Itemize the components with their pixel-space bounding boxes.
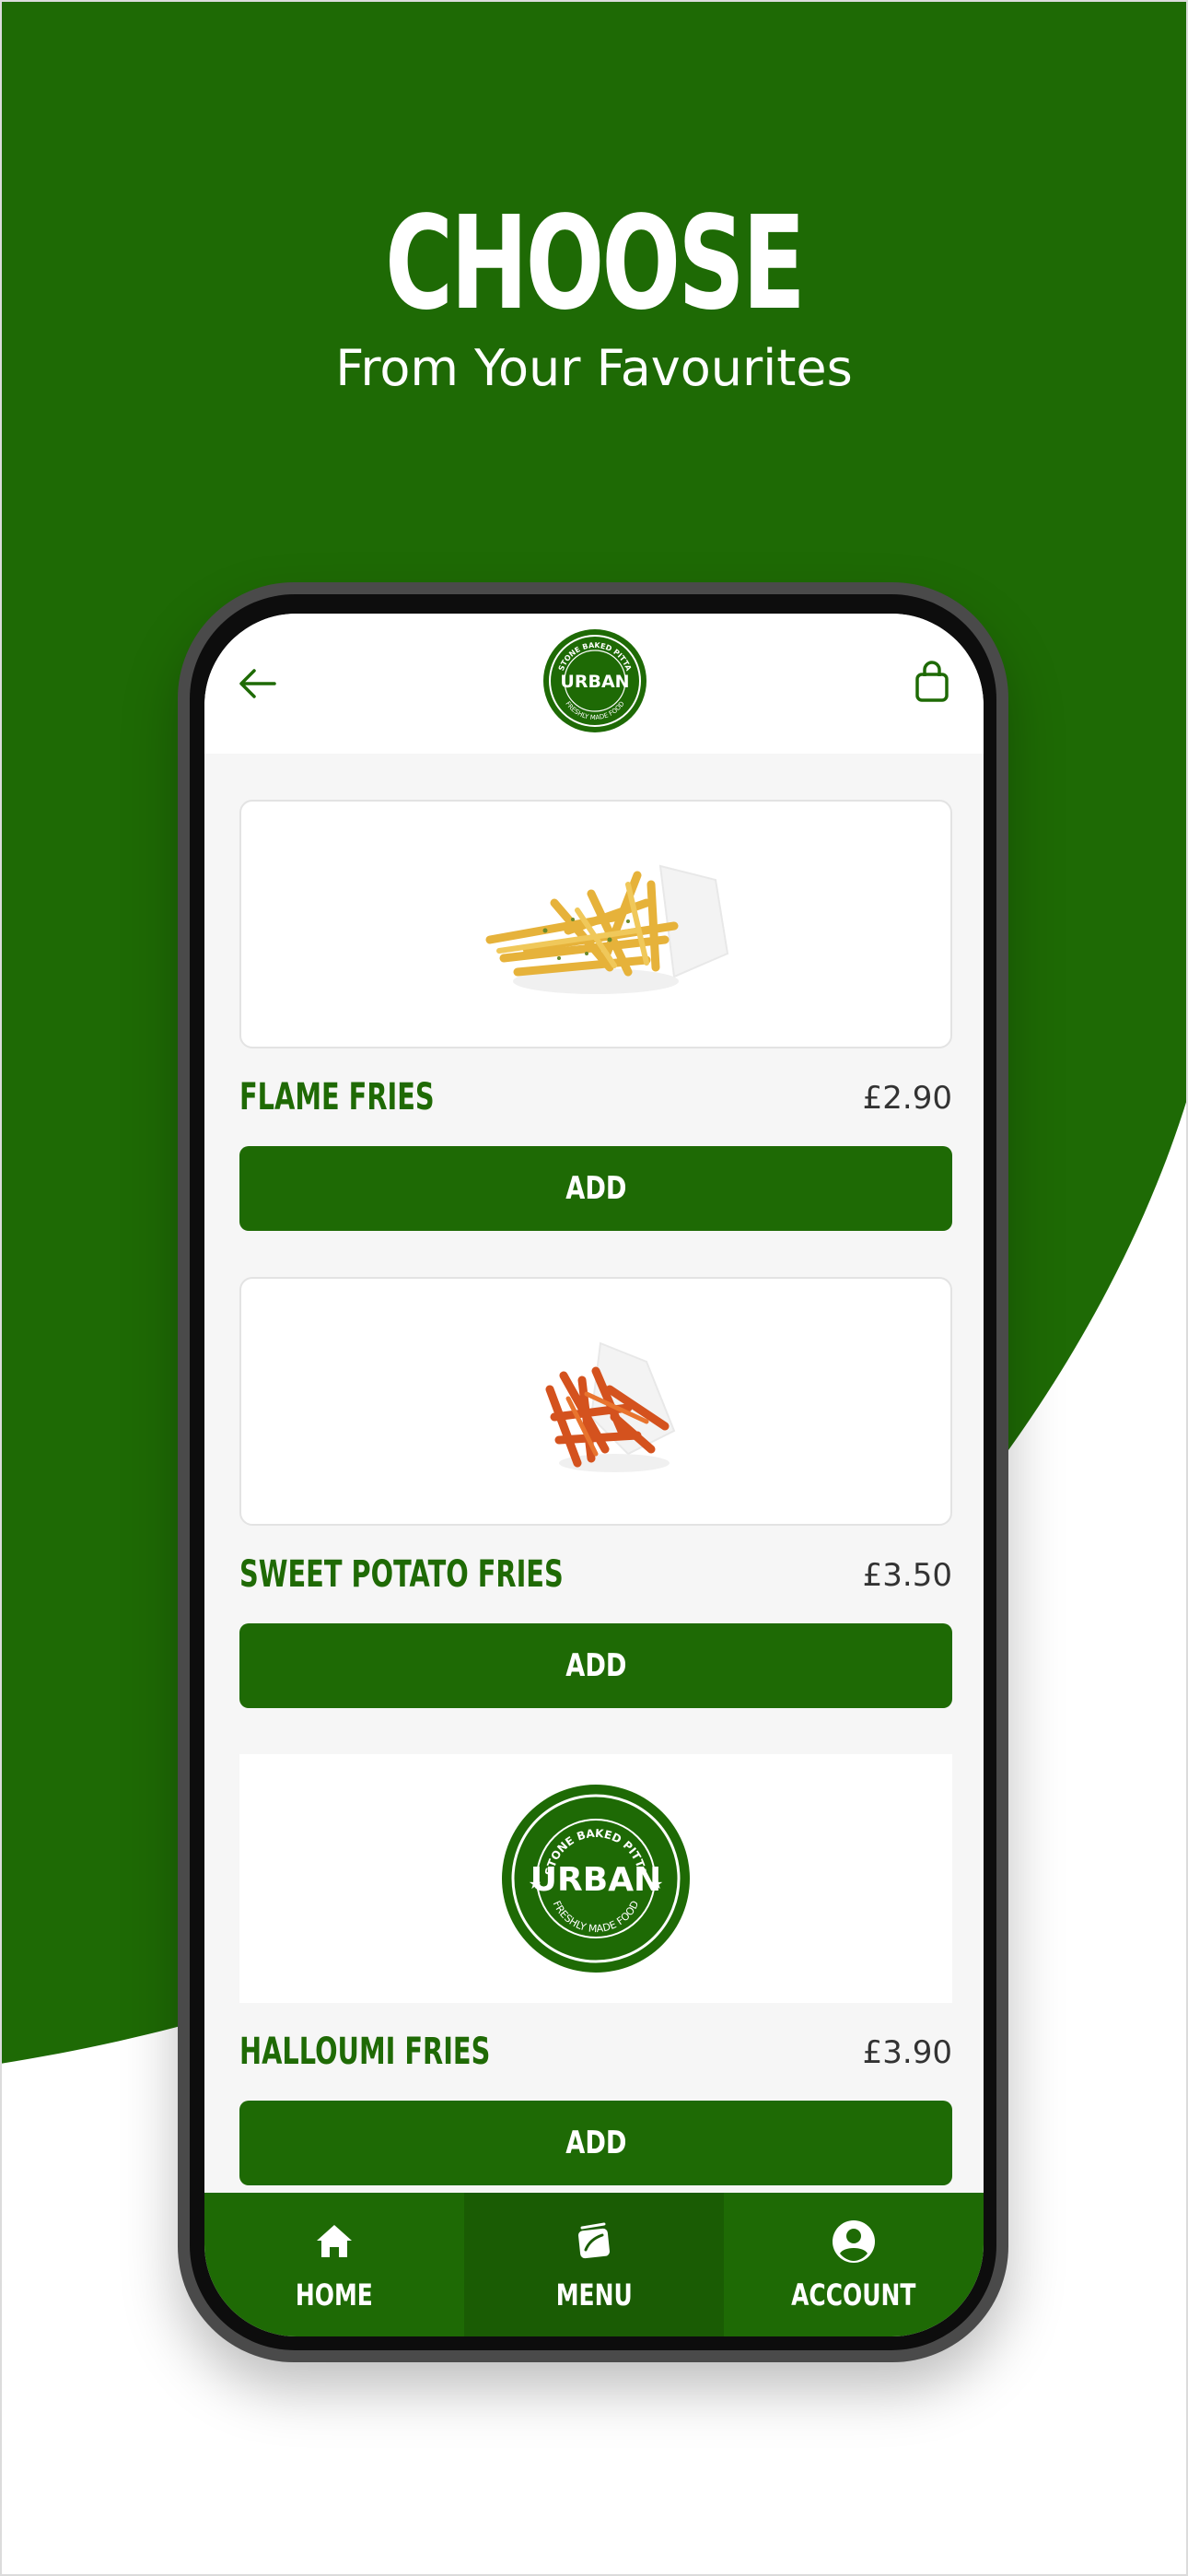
nav-item-account[interactable]: ACCOUNT (724, 2193, 984, 2336)
app-header: STONE BAKED PITTA FRESHLY MADE FOOD URBA… (204, 614, 984, 754)
logo-brand-text: URBAN (560, 672, 629, 692)
logo-brand-text: URBAN (530, 1861, 661, 1899)
item-image-card[interactable] (239, 1277, 952, 1526)
fries-image (485, 864, 729, 994)
sweet-potato-fries-image (545, 1341, 676, 1472)
nav-item-home[interactable]: HOME (204, 2193, 464, 2336)
item-price: £3.50 (862, 1557, 952, 1594)
back-button[interactable] (234, 660, 282, 708)
urban-logo-placeholder: STONE BAKED PITTA FRESHLY MADE FOOD URBA… (502, 1785, 690, 1973)
add-button-label: ADD (565, 2125, 627, 2161)
cart-button[interactable] (912, 658, 952, 709)
hero-title: CHOOSE (385, 189, 806, 339)
add-button-label: ADD (565, 1647, 627, 1684)
star-icon: ★ (529, 1875, 542, 1892)
nav-label-account: ACCOUNT (791, 2277, 916, 2313)
nav-label-home: HOME (296, 2277, 373, 2313)
arrow-left-icon (239, 669, 276, 698)
item-name: HALLOUMI FRIES (239, 2031, 491, 2073)
add-button[interactable]: ADD (239, 1623, 952, 1708)
item-name: FLAME FRIES (239, 1076, 435, 1118)
item-image-card[interactable] (239, 800, 952, 1048)
home-icon (317, 2225, 352, 2257)
item-price: £3.90 (862, 2034, 952, 2071)
hero-subtitle: From Your Favourites (335, 339, 853, 397)
add-button[interactable]: ADD (239, 2101, 952, 2185)
item-name: SWEET POTATO FRIES (239, 1553, 564, 1596)
shopping-bag-icon (915, 661, 949, 702)
nav-label-menu: MENU (555, 2277, 633, 2313)
nav-item-menu[interactable]: MENU (464, 2193, 724, 2336)
bottom-navigation: HOME MENU ACCOUNT (204, 2193, 984, 2336)
item-price: £2.90 (862, 1080, 952, 1117)
star-icon: ★ (650, 1875, 663, 1892)
phone-screen: STONE BAKED PITTA FRESHLY MADE FOOD URBA… (204, 614, 984, 2336)
add-button-label: ADD (565, 1170, 627, 1207)
urban-logo: STONE BAKED PITTA FRESHLY MADE FOOD URBA… (543, 629, 646, 732)
item-image-card[interactable]: STONE BAKED PITTA FRESHLY MADE FOOD URBA… (239, 1754, 952, 2003)
add-button[interactable]: ADD (239, 1146, 952, 1231)
account-circle-icon (833, 2220, 875, 2263)
menu-book-icon (578, 2222, 610, 2259)
